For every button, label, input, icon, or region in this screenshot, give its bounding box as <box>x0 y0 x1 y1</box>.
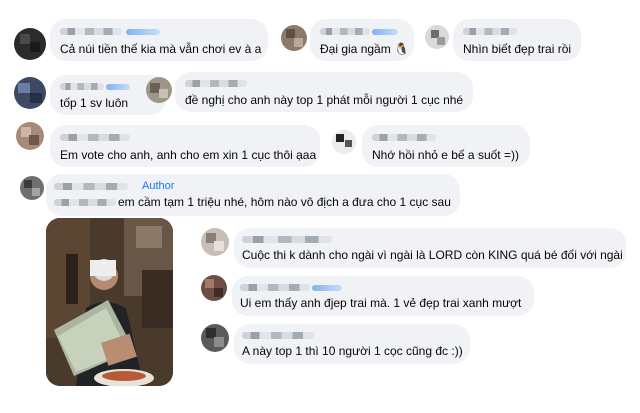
avatar-pixel <box>18 83 30 93</box>
avatar-pixel <box>214 337 224 347</box>
comment-text: tốp 1 sv luôn <box>60 96 129 110</box>
avatar[interactable] <box>201 228 229 256</box>
author-name-tail <box>372 29 398 35</box>
comment-text: Ui em thấy anh đjep trai mà. 1 vẻ đẹp tr… <box>240 296 522 310</box>
avatar[interactable] <box>201 324 229 352</box>
author-name-tail <box>106 84 130 90</box>
author-name[interactable] <box>463 28 517 35</box>
author-name[interactable] <box>60 28 122 35</box>
avatar-pixel <box>214 241 224 251</box>
comment-text: Em vote cho anh, anh cho em xin 1 cục th… <box>60 148 317 162</box>
avatar-pixel <box>24 180 32 188</box>
avatar[interactable] <box>332 130 356 154</box>
avatar-pixel <box>294 38 303 47</box>
author-name[interactable] <box>242 236 332 243</box>
avatar-pixel <box>286 29 295 38</box>
author-name-tail <box>126 29 160 35</box>
author-name[interactable] <box>60 134 130 141</box>
avatar[interactable] <box>201 275 227 301</box>
avatar[interactable] <box>20 176 44 200</box>
avatar[interactable] <box>14 77 46 109</box>
comment-bubble[interactable]: Đại gia ngầm 🐧 <box>310 19 414 61</box>
avatar[interactable] <box>425 25 449 49</box>
avatar-pixel <box>205 279 214 288</box>
comment-bubble[interactable]: A này top 1 thì 10 người 1 cọc cũng đc :… <box>234 324 470 364</box>
author-name[interactable] <box>60 83 104 90</box>
photo-image <box>46 218 173 386</box>
comment-text: Nhớ hồi nhỏ e bế a suốt =)) <box>372 148 519 162</box>
avatar-pixel <box>345 140 352 147</box>
comment-text: Nhìn biết đẹp trai rồi <box>463 42 572 56</box>
comment-bubble[interactable]: đề nghị cho anh này top 1 phát mỗi người… <box>175 72 473 112</box>
avatar[interactable] <box>14 28 46 60</box>
comment-text: Cuộc thi k dành cho ngài vì ngài là LORD… <box>242 248 623 262</box>
author-name-line <box>54 199 116 206</box>
comment-text: Đại gia ngầm 🐧 <box>320 42 409 56</box>
author-name[interactable] <box>54 183 128 190</box>
comment-bubble[interactable]: Cả núi tiền thế kia mà vẫn chơi ev à a <box>50 19 268 61</box>
avatar[interactable] <box>16 122 44 150</box>
avatar-pixel <box>437 37 445 45</box>
avatar[interactable] <box>281 25 307 51</box>
author-name[interactable] <box>242 332 314 339</box>
avatar-pixel <box>30 93 42 103</box>
author-badge: Author <box>142 180 175 192</box>
comment-bubble[interactable]: Ui em thấy anh đjep trai mà. 1 vẻ đẹp tr… <box>232 276 534 316</box>
avatar-pixel <box>29 135 39 145</box>
author-name-tail <box>312 285 342 291</box>
comment-photo[interactable] <box>46 218 173 386</box>
avatar-pixel <box>159 89 168 98</box>
comment-text: Cả núi tiền thế kia mà vẫn chơi ev à a <box>60 42 262 56</box>
comment-bubble[interactable]: Nhìn biết đẹp trai rồi <box>453 19 581 61</box>
author-name[interactable] <box>240 284 310 291</box>
author-name[interactable] <box>185 80 247 87</box>
comment-bubble[interactable]: Nhớ hồi nhỏ e bế a suốt =)) <box>362 125 530 167</box>
comment-text: đề nghị cho anh này top 1 phát mỗi người… <box>185 93 464 107</box>
comment-bubble[interactable]: Em vote cho anh, anh cho em xin 1 cục th… <box>50 125 320 167</box>
author-name[interactable] <box>320 28 370 35</box>
avatar-pixel <box>30 42 40 52</box>
comment-bubble[interactable]: Author em cầm tạm 1 triệu nhé, hôm nào v… <box>46 174 460 216</box>
author-name[interactable] <box>372 134 436 141</box>
comment-text: A này top 1 thì 10 người 1 cọc cũng đc :… <box>242 344 463 358</box>
avatar-pixel <box>20 34 30 44</box>
comment-text: em cầm tạm 1 triệu nhé, hôm nào vô địch … <box>118 195 451 209</box>
avatar-pixel <box>32 188 40 196</box>
avatar[interactable] <box>146 77 172 103</box>
comment-bubble[interactable]: Cuộc thi k dành cho ngài vì ngài là LORD… <box>234 228 626 268</box>
avatar-pixel <box>214 288 223 297</box>
avatar-pixel <box>336 134 344 142</box>
